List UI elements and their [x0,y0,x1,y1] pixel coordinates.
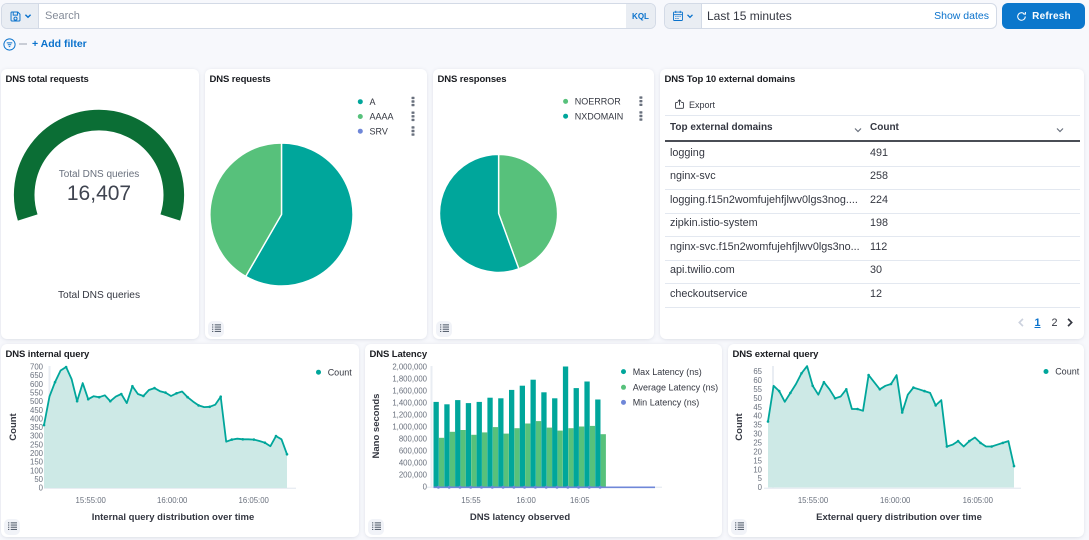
svg-text:Max Latency (ns): Max Latency (ns) [633,367,702,377]
svg-text:550: 550 [30,389,44,398]
svg-text:400: 400 [30,415,44,424]
svg-text:2,000,000: 2,000,000 [392,363,427,372]
svg-text:Average Latency (ns): Average Latency (ns) [633,383,718,393]
svg-text:35: 35 [753,421,762,430]
svg-text:45: 45 [753,403,762,412]
svg-text:250: 250 [30,440,44,449]
svg-text:5: 5 [758,474,763,483]
svg-text:Count: Count [734,412,745,440]
svg-text:1,000,000: 1,000,000 [392,423,427,432]
svg-text:50: 50 [34,475,43,484]
svg-text:500: 500 [30,397,44,406]
svg-text:60: 60 [753,376,762,385]
svg-text:150: 150 [30,458,44,467]
svg-text:1,800,000: 1,800,000 [392,375,427,384]
svg-text:200: 200 [30,449,44,458]
svg-text:15: 15 [753,456,762,465]
svg-text:A: A [370,97,376,107]
svg-text:External query distribution ov: External query distribution over time [816,512,982,523]
svg-text:15:55:00: 15:55:00 [798,496,829,505]
svg-text:Internal query distribution ov: Internal query distribution over time [92,512,255,523]
svg-text:55: 55 [753,385,762,394]
svg-text:Count: Count [8,412,19,440]
svg-text:700: 700 [30,363,44,372]
svg-text:Total DNS queries: Total DNS queries [59,169,140,180]
svg-text:16:00:00: 16:00:00 [880,496,911,505]
svg-text:Total DNS queries: Total DNS queries [58,290,140,301]
svg-text:16,407: 16,407 [67,182,131,205]
svg-text:AAAA: AAAA [370,112,394,122]
svg-text:0: 0 [39,484,44,493]
svg-text:65: 65 [753,367,762,376]
svg-text:50: 50 [753,394,762,403]
svg-text:NOERROR: NOERROR [575,97,622,107]
svg-text:1,200,000: 1,200,000 [392,411,427,420]
svg-text:0: 0 [423,483,428,492]
svg-text:SRV: SRV [370,126,388,136]
svg-text:0: 0 [758,483,763,492]
svg-text:650: 650 [30,371,44,380]
svg-text:Min Latency (ns): Min Latency (ns) [633,398,700,408]
svg-text:300: 300 [30,432,44,441]
svg-text:16:00:00: 16:00:00 [157,496,188,505]
svg-text:25: 25 [753,439,762,448]
svg-text:1,600,000: 1,600,000 [392,387,427,396]
svg-text:16:05:00: 16:05:00 [963,496,994,505]
svg-text:NXDOMAIN: NXDOMAIN [575,111,624,121]
svg-text:20: 20 [753,447,762,456]
svg-text:400,000: 400,000 [399,459,428,468]
svg-text:30: 30 [753,430,762,439]
svg-text:600: 600 [30,380,44,389]
svg-text:100: 100 [30,466,44,475]
svg-text:16:00: 16:00 [516,496,536,505]
svg-text:DNS latency observed: DNS latency observed [470,512,571,523]
svg-text:16:05:00: 16:05:00 [239,496,270,505]
svg-text:600,000: 600,000 [399,447,428,456]
svg-text:Count: Count [1055,367,1080,377]
svg-text:1,400,000: 1,400,000 [392,399,427,408]
svg-text:15:55: 15:55 [461,496,481,505]
svg-text:10: 10 [753,465,762,474]
svg-text:16:05: 16:05 [570,496,590,505]
svg-text:Count: Count [328,367,353,377]
svg-text:800,000: 800,000 [399,435,428,444]
svg-text:15:55:00: 15:55:00 [76,496,107,505]
svg-text:40: 40 [753,412,762,421]
svg-text:450: 450 [30,406,44,415]
svg-text:Nano seconds: Nano seconds [371,394,382,459]
svg-text:200,000: 200,000 [399,471,428,480]
svg-text:350: 350 [30,423,44,432]
